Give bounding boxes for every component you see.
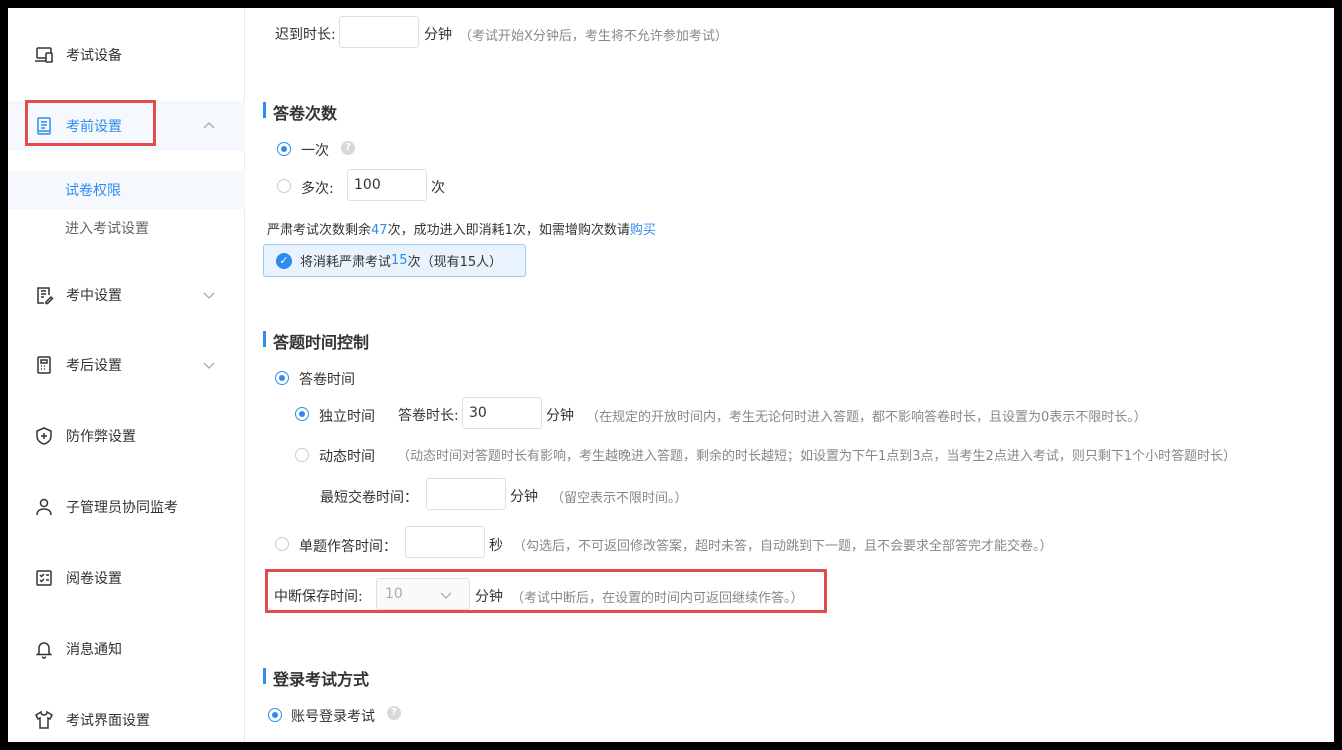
account-login-label: 账号登录考试 [291,709,375,725]
duration-label: 答卷时长: [398,408,459,424]
independent-time-label: 独立时间 [319,409,375,425]
remaining-count: 47 [371,223,388,238]
min-submit-input[interactable] [426,478,506,510]
min-submit-hint: （留空表示不限时间。） [551,491,688,506]
radio-paper-time[interactable] [275,371,289,385]
sidebar-item-anti-cheat[interactable]: 防作弊设置 [8,411,245,461]
late-duration-hint: （考试开始X分钟后，考生将不允许参加考试） [459,29,728,44]
bell-icon [34,639,54,659]
attempts-multi-input[interactable] [347,169,427,201]
single-question-hint: （勾选后，不可返回修改答案，超时未答，自动跳到下一题，且不会要求全部答完才能交卷… [513,539,1053,554]
sidebar-item-pre-exam[interactable]: 考前设置 [8,101,245,151]
user-icon [34,497,54,517]
sidebar-item-post-exam[interactable]: 考后设置 [8,340,245,390]
sidebar-subitem-enter-settings[interactable]: 进入考试设置 [8,209,245,247]
radio-dynamic-time[interactable] [295,448,309,462]
radio-attempts-multiple[interactable] [277,179,291,193]
radio-independent-time[interactable] [295,407,309,421]
single-question-input[interactable] [405,526,485,558]
sidebar: 考试设备 考前设置 试卷权限 进入考试设置 考中设置 考后设置 防作弊设置 子管… [8,8,245,742]
sidebar-subitem-label: 试卷权限 [65,183,121,199]
section-title-login: 登录考试方式 [263,666,369,690]
attempts-multi-unit: 次 [431,180,445,196]
duration-unit: 分钟 [546,408,574,424]
chevron-down-icon [202,288,216,302]
min-submit-label: 最短交卷时间： [320,490,418,506]
notice-count: 15 [391,253,408,268]
shirt-icon [34,710,54,730]
late-duration-label: 迟到时长: [275,27,336,43]
buy-link[interactable]: 购买 [630,223,656,238]
sidebar-item-label: 阅卷设置 [66,571,122,587]
laptop-icon [34,45,54,65]
sidebar-item-label: 考试设备 [66,48,122,64]
late-duration-unit: 分钟 [424,27,452,43]
attempts-multi-label: 多次: [301,181,334,197]
sidebar-item-label: 考后设置 [66,358,122,374]
interrupt-save-select[interactable]: 10 [376,578,470,610]
section-title-attempts: 答卷次数 [263,100,337,124]
late-duration-input[interactable] [339,16,419,48]
check-circle-icon: ✓ [276,252,292,269]
consume-notice: ✓ 将消耗严肃考试 15 次（现有15人） [263,244,526,277]
section-title-time-control: 答题时间控制 [263,329,369,353]
attempts-once-label: 一次 [301,143,329,159]
sidebar-item-label: 消息通知 [66,642,122,658]
interrupt-save-label: 中断保存时间: [274,589,363,605]
window-frame: 考试设备 考前设置 试卷权限 进入考试设置 考中设置 考后设置 防作弊设置 子管… [8,8,1334,742]
remaining-prefix: 严肃考试次数剩余 [267,223,372,238]
sidebar-item-notifications[interactable]: 消息通知 [8,624,245,674]
interrupt-save-hint: （考试中断后，在设置的时间内可返回继续作答。） [511,591,804,606]
sidebar-subitem-paper-permission[interactable]: 试卷权限 [8,171,245,209]
sidebar-item-label: 考前设置 [66,119,122,135]
attempts-remaining-text: 严肃考试次数剩余47次，成功进入即消耗1次，如需增购次数请购买 [267,219,656,238]
sidebar-item-sub-admin[interactable]: 子管理员协同监考 [8,482,245,532]
sidebar-item-label: 子管理员协同监考 [66,500,178,516]
help-icon[interactable]: ? [341,141,355,155]
sidebar-subitem-label: 进入考试设置 [65,221,149,237]
sidebar-item-label: 防作弊设置 [66,429,136,445]
independent-hint: （在规定的开放时间内，考生无论何时进入答题，都不影响答卷时长，且设置为0表示不限… [586,410,1147,425]
notice-prefix: 将消耗严肃考试 [300,255,392,270]
edit-doc-icon [34,285,54,305]
radio-attempts-once[interactable] [277,142,291,156]
single-question-unit: 秒 [489,538,503,554]
radio-account-login[interactable] [268,708,282,722]
min-submit-unit: 分钟 [510,489,538,505]
sidebar-item-interface[interactable]: 考试界面设置 [8,695,245,742]
sidebar-item-label: 考中设置 [66,288,122,304]
sidebar-item-label: 考试界面设置 [66,713,150,729]
dynamic-hint: （动态时间对答题时长有影响，考生越晚进入答题，剩余的时长越短；如设置为下午1点到… [397,449,1237,464]
help-icon[interactable]: ? [387,706,401,720]
sidebar-item-grading[interactable]: 阅卷设置 [8,553,245,603]
duration-input[interactable] [462,397,542,429]
shield-plus-icon [34,426,54,446]
paper-time-label: 答卷时间 [299,372,355,388]
sidebar-item-exam-device[interactable]: 考试设备 [8,30,245,80]
single-question-label: 单题作答时间： [299,539,397,555]
sidebar-item-in-exam[interactable]: 考中设置 [8,270,245,320]
calculator-icon [34,355,54,375]
chevron-up-icon [202,119,216,133]
checklist-icon [34,568,54,588]
remaining-suffix: 次，成功进入即消耗1次，如需增购次数请 [387,223,630,238]
dynamic-time-label: 动态时间 [319,449,375,465]
chevron-down-icon [439,588,453,602]
document-icon [34,116,54,136]
radio-single-question-time[interactable] [275,537,289,551]
interrupt-save-value: 10 [385,586,403,602]
notice-suffix: 次（现有15人） [407,255,503,270]
interrupt-save-unit: 分钟 [475,589,503,605]
chevron-down-icon [202,358,216,372]
main-content: 迟到时长: 分钟 （考试开始X分钟后，考生将不允许参加考试） 答卷次数 一次 ?… [246,8,1334,742]
